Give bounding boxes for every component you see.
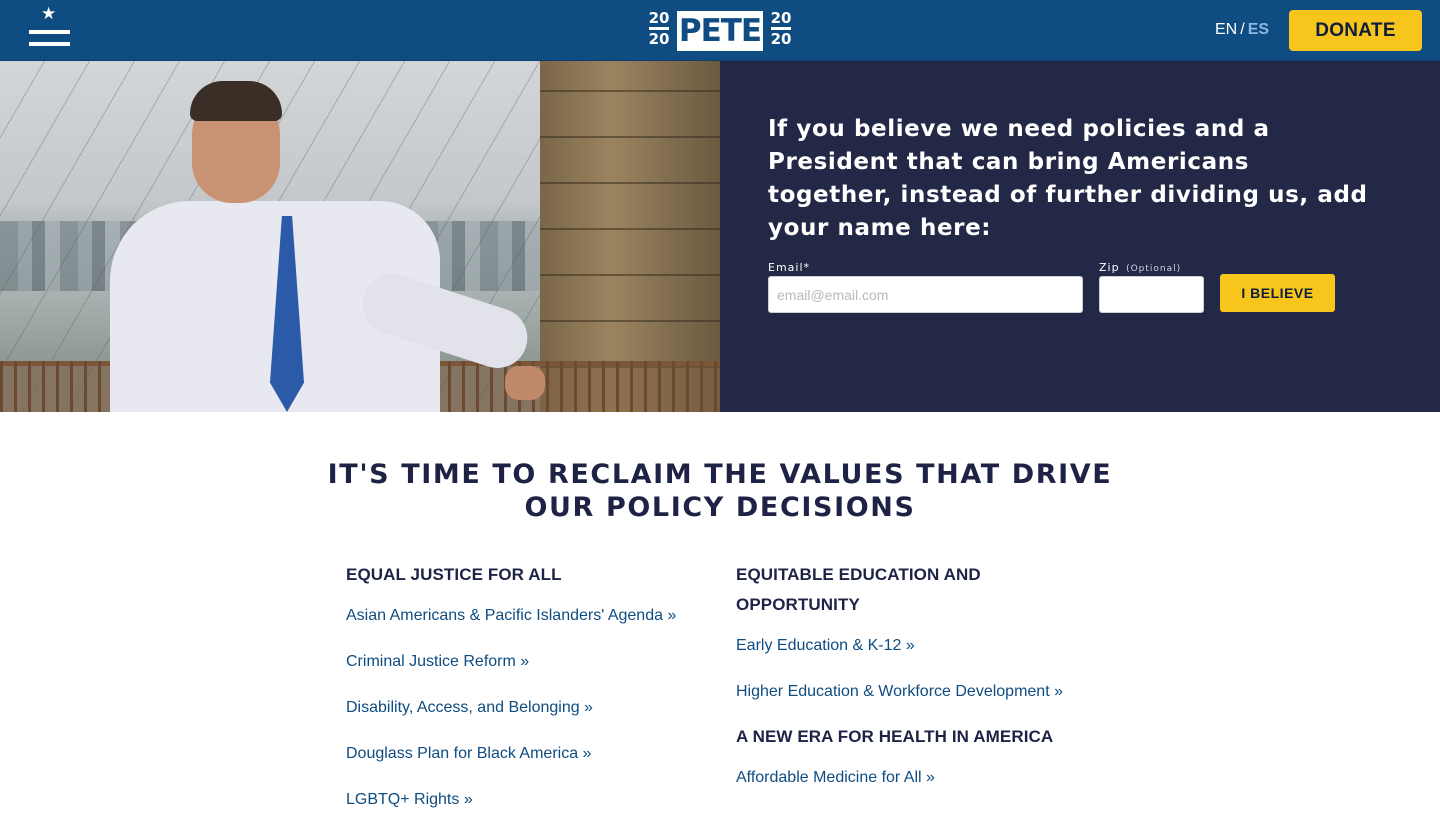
policy-column-right: EQUITABLE EDUCATION AND OPPORTUNITY Earl… <box>736 560 1096 814</box>
signup-pitch: If you believe we need policies and a Pr… <box>768 116 1368 241</box>
photo-hair <box>190 81 282 121</box>
email-label-text: Email* <box>768 261 811 274</box>
policy-link[interactable]: Asian Americans & Pacific Islanders' Age… <box>346 606 706 626</box>
photo-bridge-tower <box>540 61 720 412</box>
logo-year-text: 20 <box>770 30 792 48</box>
star-icon: ★ <box>41 4 57 23</box>
menu-icon[interactable]: ★ <box>29 5 70 51</box>
policy-link[interactable]: Early Education & K-12 » <box>736 636 1096 656</box>
policy-link[interactable]: Disability, Access, and Belonging » <box>346 698 706 718</box>
policy-section-title: IT'S TIME TO RECLAIM THE VALUES THAT DRI… <box>327 459 1113 523</box>
policy-link[interactable]: Criminal Justice Reform » <box>346 652 706 672</box>
menu-bar-bottom <box>29 42 70 46</box>
lang-en-link[interactable]: EN <box>1215 21 1237 38</box>
policy-link[interactable]: LGBTQ+ Rights » <box>346 790 706 810</box>
email-label: Email* <box>768 261 810 274</box>
hero-photo <box>0 61 720 412</box>
policy-link[interactable]: Douglass Plan for Black America » <box>346 744 706 764</box>
logo-year-text: 20 <box>770 9 792 27</box>
category-heading: EQUITABLE EDUCATION AND OPPORTUNITY <box>736 565 981 614</box>
i-believe-button[interactable]: I BELIEVE <box>1220 274 1335 312</box>
logo-year-left: 20 20 <box>648 10 670 51</box>
zip-label: Zip (Optional) <box>1099 261 1181 274</box>
lang-es-link[interactable]: ES <box>1248 21 1269 38</box>
policy-column-left: EQUAL JUSTICE FOR ALL Asian Americans & … <box>346 560 706 820</box>
signup-panel: If you believe we need policies and a Pr… <box>720 61 1440 412</box>
logo-year-right: 20 20 <box>770 10 792 51</box>
lang-separator: / <box>1240 21 1245 38</box>
category-heading: A NEW ERA FOR HEALTH IN AMERICA <box>736 727 1054 746</box>
donate-button[interactable]: DONATE <box>1289 10 1422 51</box>
zip-optional-note: (Optional) <box>1126 264 1182 274</box>
zip-label-text: Zip <box>1099 261 1120 274</box>
photo-person <box>110 71 545 412</box>
email-field[interactable] <box>768 276 1083 313</box>
logo-year-text: 20 <box>648 30 670 48</box>
site-header: ★ 20 20 PETE 20 20 EN / ES DONATE <box>0 0 1440 61</box>
photo-hand <box>505 366 545 400</box>
zip-field[interactable] <box>1099 276 1204 313</box>
logo-year-text: 20 <box>648 9 670 27</box>
policy-link[interactable]: Affordable Medicine for All » <box>736 768 1096 788</box>
policy-link[interactable]: Higher Education & Workforce Development… <box>736 682 1096 702</box>
pete-2020-logo[interactable]: 20 20 PETE 20 20 <box>648 10 792 51</box>
language-switcher: EN / ES <box>1215 21 1269 39</box>
menu-bar-top <box>29 30 70 34</box>
logo-name: PETE <box>677 11 763 51</box>
category-heading: EQUAL JUSTICE FOR ALL <box>346 565 562 584</box>
